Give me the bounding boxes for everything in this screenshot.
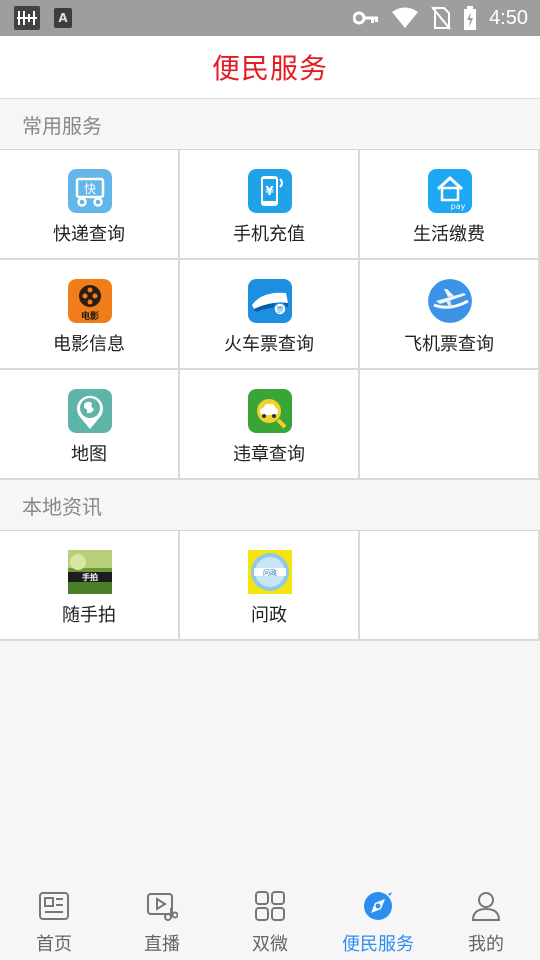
svg-text:问政: 问政 bbox=[263, 568, 277, 577]
mobile-recharge-icon: ¥ bbox=[248, 169, 292, 213]
service-train-ticket[interactable]: 票 火车票查询 bbox=[180, 260, 360, 370]
tab-convenience-services[interactable]: 便民服务 bbox=[324, 880, 432, 960]
service-label: 火车票查询 bbox=[224, 334, 314, 355]
user-icon bbox=[471, 892, 501, 921]
key-icon bbox=[353, 11, 379, 25]
service-express-query[interactable]: 快 快递查询 bbox=[0, 150, 180, 260]
news-icon bbox=[39, 892, 69, 920]
svg-text:电影: 电影 bbox=[81, 310, 99, 322]
service-flight-ticket[interactable]: 飞机票查询 bbox=[360, 260, 540, 370]
express-delivery-icon: 快 bbox=[68, 169, 112, 213]
local-news-grid: 手拍 随手拍 问政 问政 bbox=[0, 530, 540, 641]
inquiry-politics-icon: 问政 bbox=[248, 550, 292, 594]
movie-reel-icon: 电影 bbox=[68, 279, 112, 323]
service-inquiry[interactable]: 问政 问政 bbox=[180, 531, 360, 641]
tab-label: 双微 bbox=[252, 934, 288, 955]
svg-text:¥: ¥ bbox=[265, 184, 274, 198]
service-mobile-recharge[interactable]: ¥ 手机充值 bbox=[180, 150, 360, 260]
service-label: 生活缴费 bbox=[413, 224, 485, 245]
battery-charging-icon bbox=[464, 6, 477, 30]
tab-mine[interactable]: 我的 bbox=[432, 880, 540, 960]
tab-home[interactable]: 首页 bbox=[0, 880, 108, 960]
service-utility-payment[interactable]: pay 生活缴费 bbox=[360, 150, 540, 260]
service-label: 电影信息 bbox=[53, 334, 125, 355]
traffic-violation-icon bbox=[248, 389, 292, 433]
status-bar: A 4:50 bbox=[0, 0, 540, 36]
section-header-common-services: 常用服务 bbox=[0, 99, 540, 149]
service-label: 飞机票查询 bbox=[404, 334, 494, 355]
service-label: 问政 bbox=[251, 605, 287, 626]
no-sim-icon bbox=[431, 6, 451, 30]
service-label: 随手拍 bbox=[62, 605, 116, 626]
svg-text:快: 快 bbox=[84, 182, 96, 196]
live-video-icon bbox=[147, 893, 178, 921]
tab-label: 直播 bbox=[144, 934, 180, 955]
service-snapshot[interactable]: 手拍 随手拍 bbox=[0, 531, 180, 641]
tab-live[interactable]: 直播 bbox=[108, 880, 216, 960]
font-a-icon: A bbox=[54, 8, 72, 28]
section-title: 常用服务 bbox=[22, 113, 102, 138]
app-header: 便民服务 bbox=[0, 36, 540, 99]
tab-label: 便民服务 bbox=[342, 934, 414, 955]
bottom-tab-bar: 首页 直播 双微 便民服务 我的 bbox=[0, 880, 540, 960]
utility-pay-icon: pay bbox=[428, 169, 472, 213]
service-map[interactable]: 地图 bbox=[0, 370, 180, 480]
wifi-icon bbox=[392, 7, 419, 28]
service-label: 快递查询 bbox=[53, 224, 125, 245]
empty-cell bbox=[360, 531, 540, 641]
tab-label: 首页 bbox=[36, 934, 72, 955]
service-traffic-violation[interactable]: 违章查询 bbox=[180, 370, 360, 480]
svg-text:pay: pay bbox=[451, 202, 466, 211]
section-header-local-news: 本地资讯 bbox=[0, 480, 540, 530]
svg-text:手拍: 手拍 bbox=[82, 572, 98, 582]
status-time: 4:50 bbox=[489, 6, 528, 29]
empty-cell bbox=[360, 370, 540, 480]
compass-icon bbox=[364, 892, 392, 920]
snapshot-photo-icon: 手拍 bbox=[68, 550, 112, 594]
tab-dual-micro[interactable]: 双微 bbox=[216, 880, 324, 960]
svg-text:票: 票 bbox=[277, 306, 284, 314]
map-globe-icon bbox=[68, 389, 112, 433]
service-movie-info[interactable]: 电影 电影信息 bbox=[0, 260, 180, 370]
service-label: 违章查询 bbox=[233, 444, 305, 465]
train-ticket-icon: 票 bbox=[248, 279, 292, 323]
section-title: 本地资讯 bbox=[22, 494, 102, 519]
hearing-icon bbox=[14, 6, 40, 30]
tab-label: 我的 bbox=[468, 934, 504, 955]
airplane-icon bbox=[428, 279, 472, 323]
service-label: 地图 bbox=[71, 444, 107, 465]
page-title: 便民服务 bbox=[211, 52, 328, 85]
service-label: 手机充值 bbox=[233, 224, 305, 245]
grid-icon bbox=[255, 891, 285, 921]
common-services-grid: 快 快递查询 ¥ 手机充值 pay 生活缴费 电影 电影信息 票 火车票查询 飞… bbox=[0, 149, 540, 480]
